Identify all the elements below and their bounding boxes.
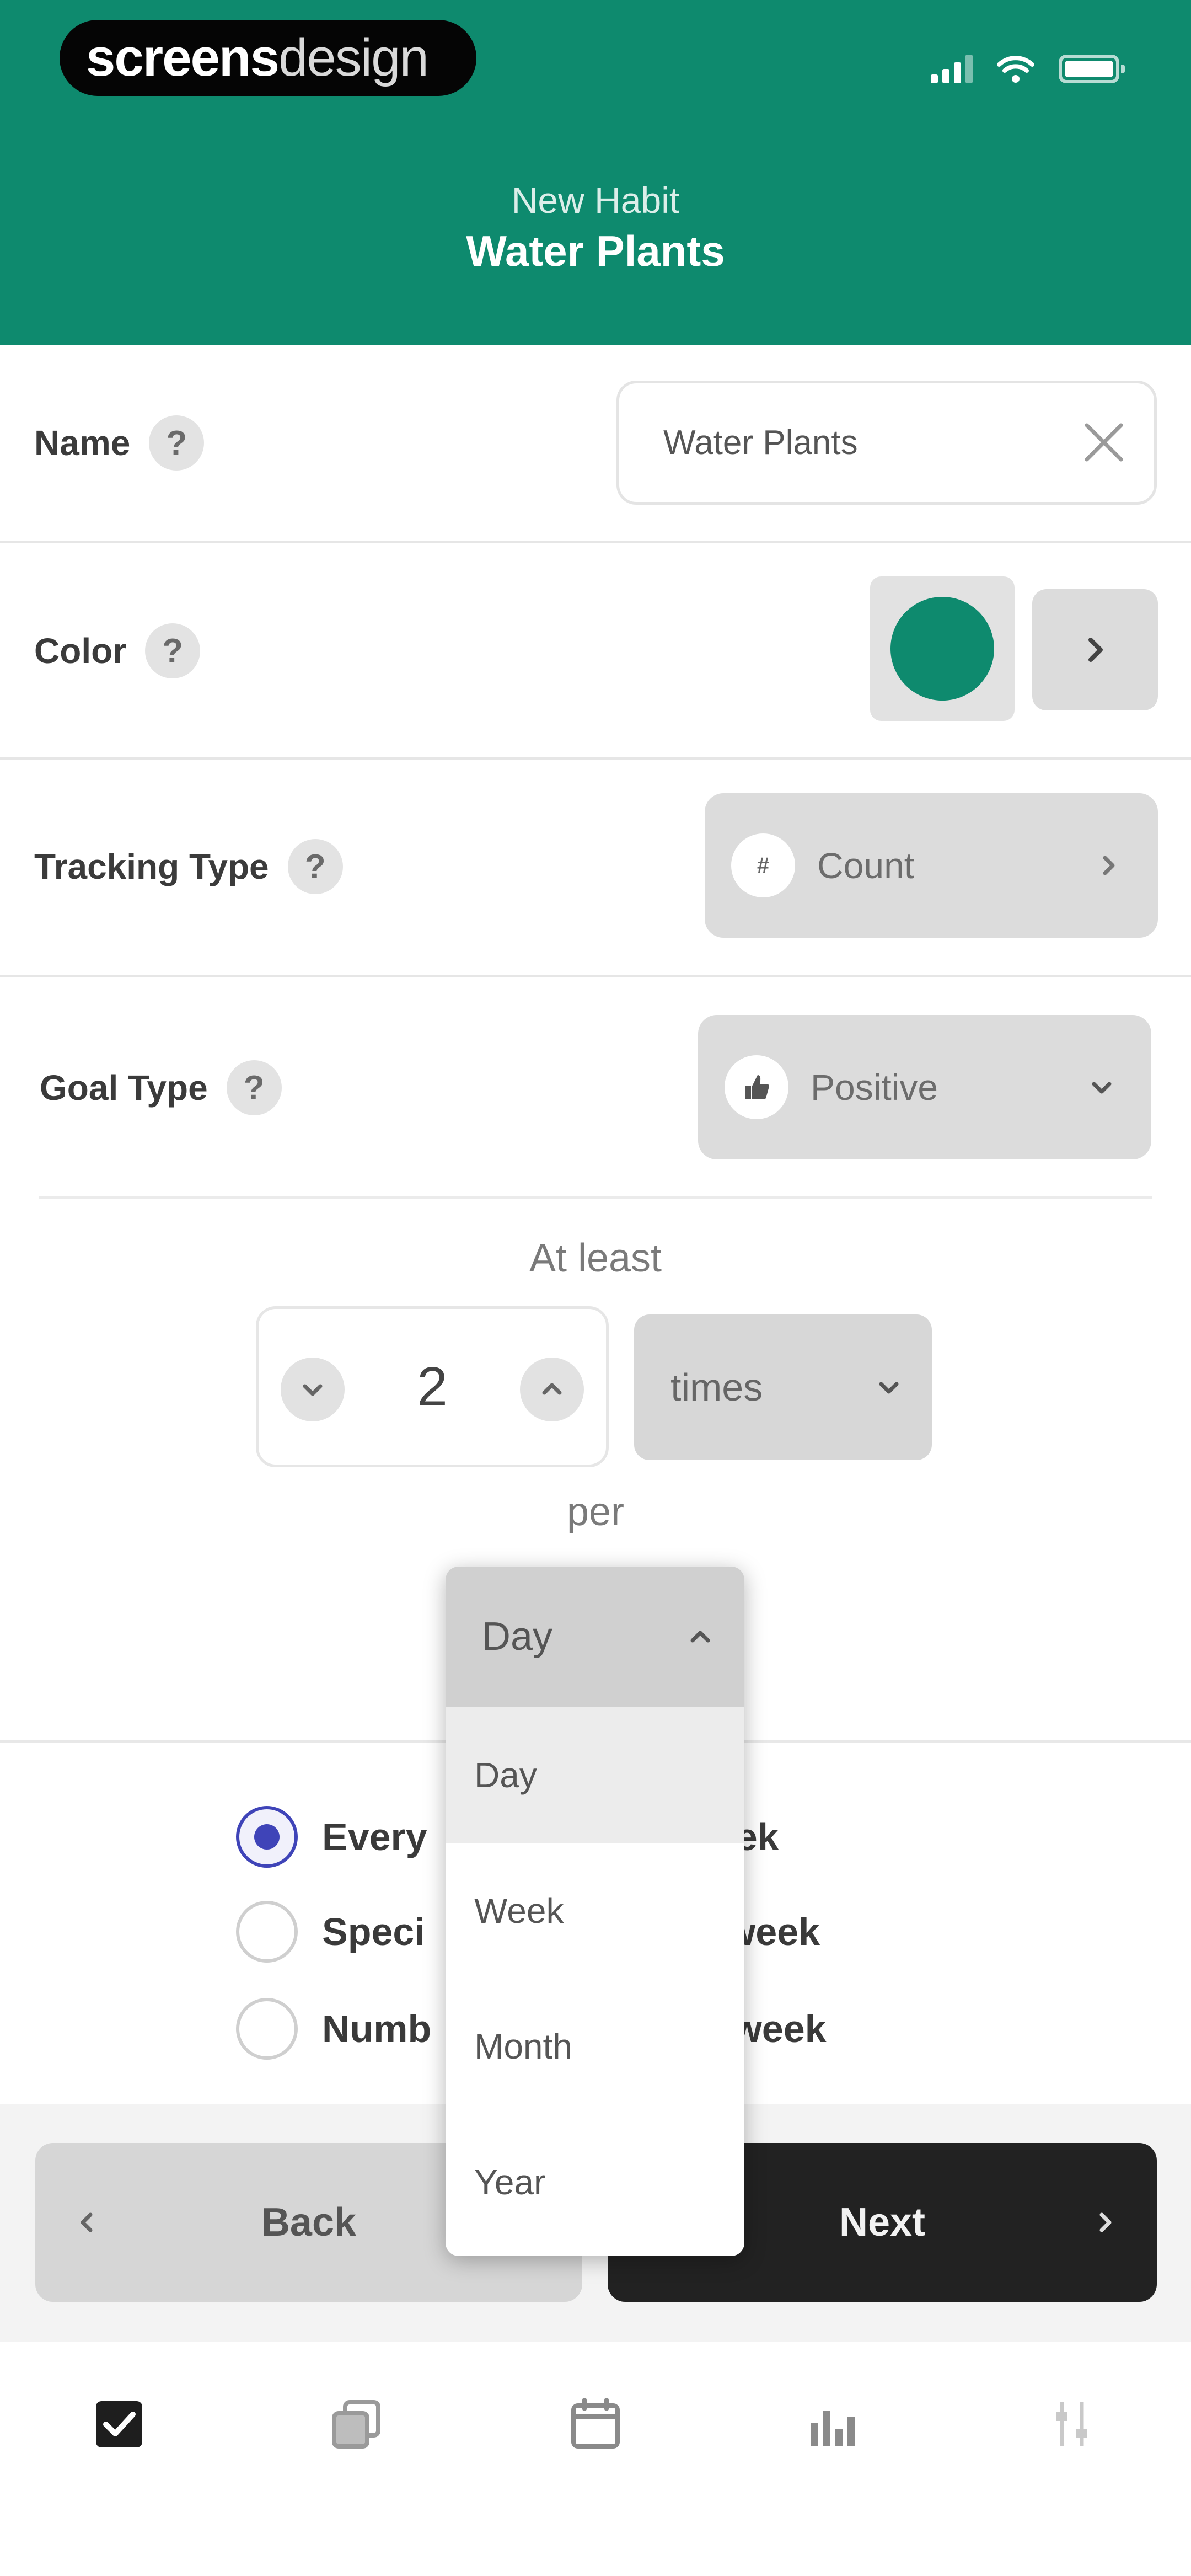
chevron-down-icon [879,1382,899,1394]
bar-chart-icon [811,2411,855,2446]
period-option-month[interactable]: Month [446,1979,744,2114]
copy-icon [332,2400,380,2449]
name-help-button[interactable]: ? [149,415,205,471]
tracking-type-label: Tracking Type [34,847,269,886]
chevron-right-icon [1103,856,1115,875]
increment-button[interactable] [520,1358,584,1421]
thumbs-up-icon [725,1055,788,1119]
status-icons [931,50,1125,88]
period-dropdown[interactable]: Day Day Week Month Year [446,1567,744,2256]
chevron-right-icon [1099,2212,1112,2232]
schedule-option-label: Speci [322,1910,425,1953]
page-title: Water Plants [466,227,725,275]
screensdesign-watermark: screensdesign [60,20,476,96]
chevron-up-icon [690,1631,710,1643]
unit-select[interactable]: times [634,1314,932,1460]
goal-type-select[interactable]: Positive [698,1015,1151,1159]
name-field-value: Water Plants [663,424,858,462]
tracking-type-select[interactable]: # Count [705,793,1158,938]
tracking-type-help-button[interactable]: ? [287,839,343,894]
goal-type-help-button[interactable]: ? [226,1060,282,1115]
settings-icon [1056,2402,1087,2446]
tab-bar [0,2342,1191,2576]
goal-divider [39,1196,1152,1199]
tracking-type-value: Count [817,845,915,886]
period-value: Day [482,1615,553,1659]
count-icon: # [731,833,795,897]
schedule-option-label: Numb [322,2007,432,2050]
chevron-up-icon [542,1383,562,1395]
radio-specific[interactable] [236,1901,298,1963]
tab-stats[interactable] [800,2391,866,2457]
color-help-button[interactable]: ? [145,623,201,678]
color-label: Color [34,631,127,671]
goal-type-value: Positive [811,1067,938,1108]
color-swatch[interactable] [870,576,1015,721]
name-field[interactable]: Water Plants [616,381,1157,505]
radio-number[interactable] [236,1998,298,2060]
tab-habits[interactable] [86,2391,152,2457]
at-least-label: At least [529,1236,662,1280]
clear-icon[interactable] [1079,418,1129,467]
period-option-day[interactable]: Day [446,1707,744,1843]
period-option-week[interactable]: Week [446,1843,744,1979]
signal-icon [931,55,973,83]
period-option-year[interactable]: Year [446,2114,744,2250]
color-dot [890,597,994,701]
battery-icon [1059,55,1125,83]
calendar-icon [571,2398,620,2449]
chevron-down-icon [1092,1082,1112,1094]
schedule-option-label: Every [322,1815,427,1858]
goal-type-label: Goal Type [40,1068,208,1108]
header-subtitle: New Habit [511,180,680,221]
goal-count-stepper: 2 [256,1306,609,1467]
tab-copy[interactable] [323,2391,389,2457]
unit-value: times [670,1366,763,1409]
chevron-right-icon [1088,638,1103,662]
wifi-icon [997,56,1034,83]
tab-settings[interactable] [1039,2391,1105,2457]
period-select[interactable]: Day [446,1567,744,1707]
schedule-option-label-tail: week [732,2007,827,2050]
header: screensdesign New Habit Water Plants [0,0,1191,345]
name-label: Name [34,423,131,463]
radio-every[interactable] [236,1806,298,1868]
tab-calendar[interactable] [562,2391,629,2457]
color-picker-button[interactable] [1032,589,1158,710]
per-label: per [566,1490,625,1534]
checkbox-icon [96,2401,142,2447]
